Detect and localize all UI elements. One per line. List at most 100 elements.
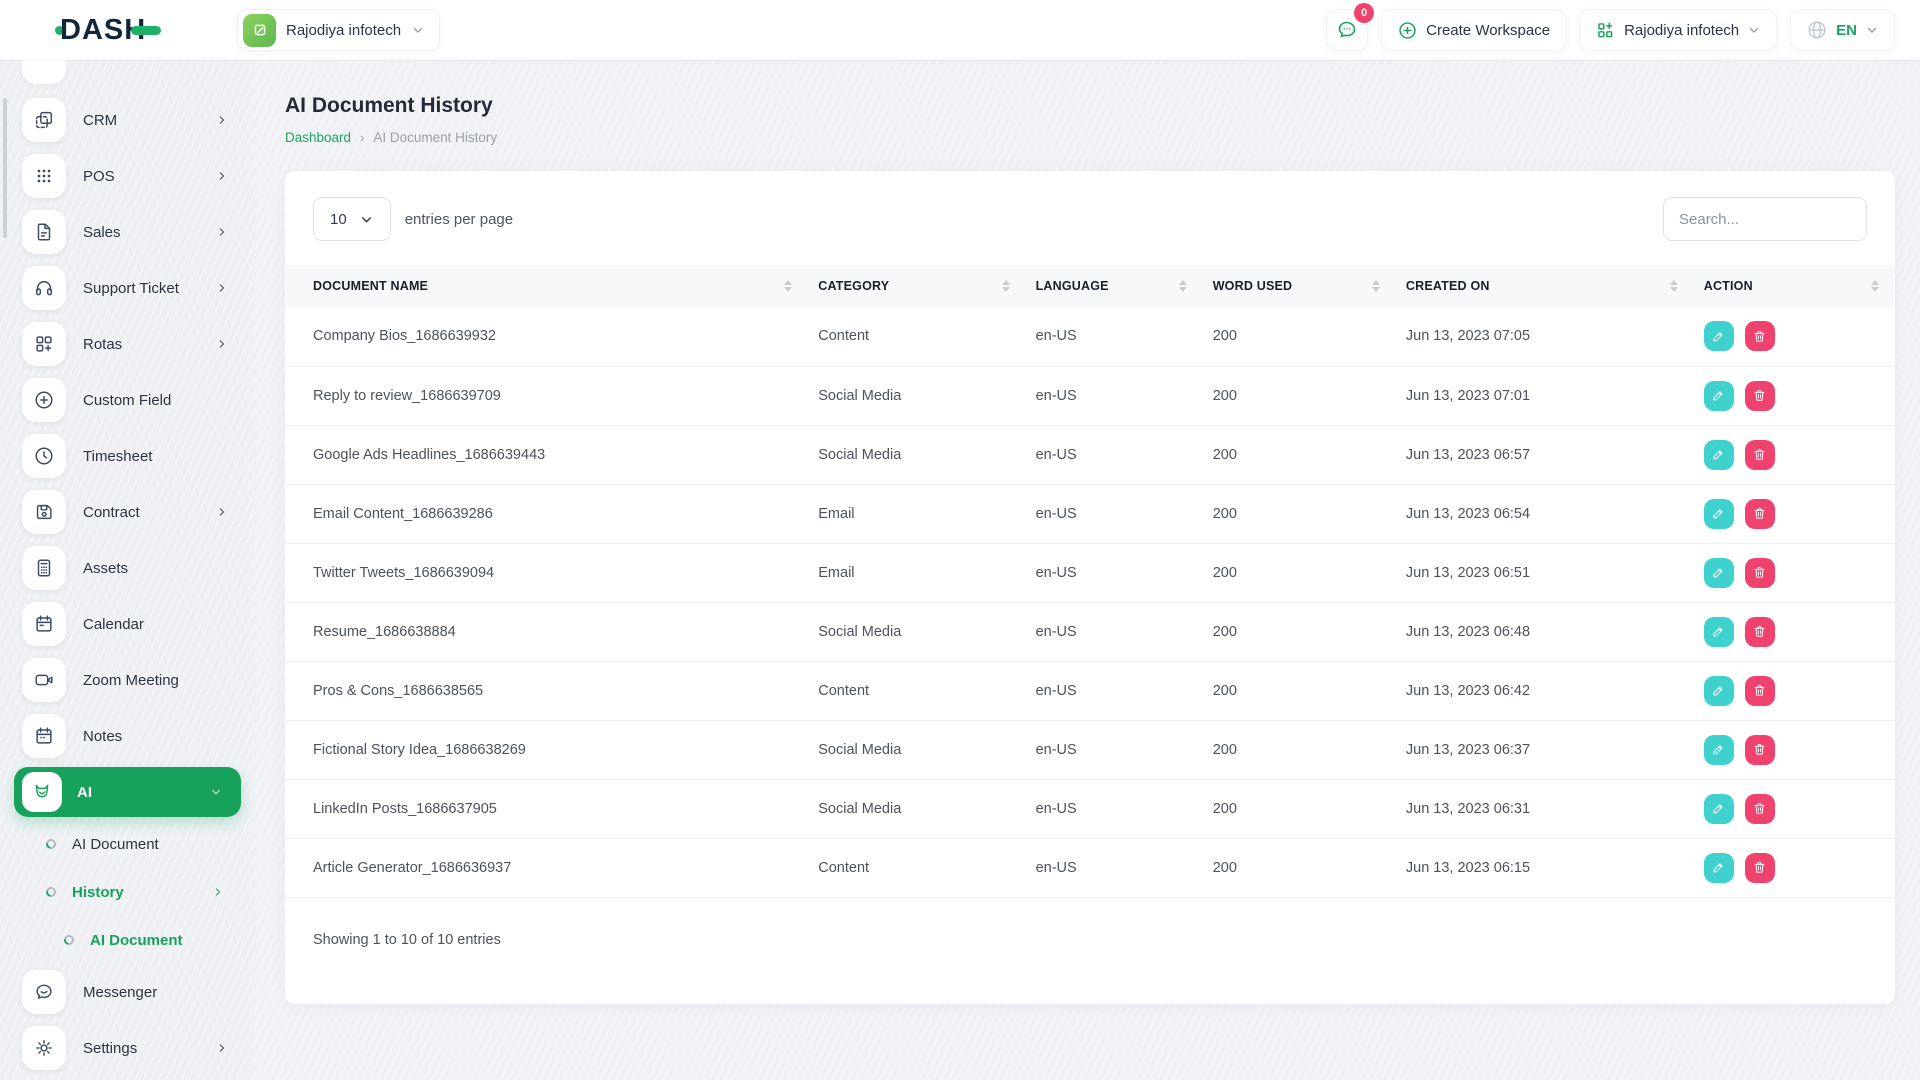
sidebar-subitem-ai-document[interactable]: AI Document	[0, 916, 255, 964]
column-header-created-on[interactable]: CREATED ON	[1395, 265, 1694, 307]
cell-language: en-US	[1025, 425, 1203, 485]
chevron-down-icon	[1865, 23, 1879, 37]
create-workspace-button[interactable]: Create Workspace	[1381, 9, 1567, 51]
sidebar-item-support-ticket[interactable]: Support Ticket	[0, 260, 255, 316]
cell-name: Twitter Tweets_1686639094	[285, 543, 809, 603]
sidebar-item-settings[interactable]: Settings	[0, 1020, 255, 1076]
cell-action	[1693, 838, 1895, 898]
cell-words: 200	[1202, 779, 1396, 839]
sidebar-item-label: POS	[83, 167, 115, 185]
sidebar-item-calendar[interactable]: Calendar	[0, 596, 255, 652]
sort-arrows-icon[interactable]	[1371, 280, 1380, 292]
cell-category: Email	[808, 484, 1026, 544]
delete-button[interactable]	[1744, 734, 1775, 765]
sidebar-scrollbar[interactable]	[3, 98, 7, 238]
sidebar-item-crm[interactable]: CRM	[0, 92, 255, 148]
chat-bubble-icon	[1338, 21, 1356, 38]
cell-name: Pros & Cons_1686638565	[285, 661, 809, 721]
sidebar-item-assets[interactable]: Assets	[0, 540, 255, 596]
main-content: AI Document History Dashboard › AI Docum…	[255, 60, 1920, 1080]
edit-button[interactable]	[1703, 675, 1734, 706]
edit-button[interactable]	[1703, 498, 1734, 529]
delete-button[interactable]	[1744, 557, 1775, 588]
sidebar-subitem-ai-document[interactable]: AI Document	[0, 820, 255, 868]
assets-icon	[22, 546, 66, 590]
chevron-down-icon	[209, 785, 223, 799]
sidebar-item-label: Custom Field	[83, 391, 172, 409]
cell-created: Jun 13, 2023 06:31	[1395, 779, 1694, 839]
chevron-right-icon	[215, 169, 229, 183]
delete-button[interactable]	[1744, 321, 1775, 352]
delete-button[interactable]	[1744, 380, 1775, 411]
sidebar-item-pos[interactable]: POS	[0, 148, 255, 204]
column-header-label: CREATED ON	[1405, 279, 1490, 293]
partial-menu-item	[22, 60, 66, 84]
edit-button[interactable]	[1703, 734, 1734, 765]
messages-count-badge: 0	[1354, 3, 1375, 23]
edit-button[interactable]	[1703, 557, 1734, 588]
sort-arrows-icon[interactable]	[1669, 280, 1678, 292]
column-header-label: ACTION	[1703, 279, 1753, 293]
edit-button[interactable]	[1703, 380, 1734, 411]
cell-created: Jun 13, 2023 06:37	[1395, 720, 1694, 780]
logo-dash	[131, 25, 162, 35]
cell-language: en-US	[1025, 484, 1203, 544]
cell-category: Content	[808, 307, 1026, 367]
sidebar-item-sales[interactable]: Sales	[0, 204, 255, 260]
sidebar-subitem-history[interactable]: History	[0, 868, 255, 916]
workspace-logo-icon	[243, 13, 276, 47]
edit-button[interactable]	[1703, 321, 1734, 352]
edit-button[interactable]	[1703, 616, 1734, 647]
delete-button[interactable]	[1744, 498, 1775, 529]
delete-button[interactable]	[1744, 439, 1775, 470]
column-header-document-name[interactable]: DOCUMENT NAME	[285, 265, 809, 307]
delete-button[interactable]	[1744, 616, 1775, 647]
rotas-icon	[22, 322, 66, 366]
search-input[interactable]	[1663, 197, 1867, 241]
delete-button[interactable]	[1744, 852, 1775, 883]
app-logo[interactable]: DASH	[55, 14, 162, 47]
cell-created: Jun 13, 2023 06:42	[1395, 661, 1694, 721]
sidebar-item-custom-field[interactable]: Custom Field	[0, 372, 255, 428]
column-header-category[interactable]: CATEGORY	[808, 265, 1026, 307]
chevron-right-icon	[215, 505, 229, 519]
column-header-language[interactable]: LANGUAGE	[1025, 265, 1203, 307]
chevron-down-icon	[411, 23, 425, 37]
edit-button[interactable]	[1703, 793, 1734, 824]
edit-button[interactable]	[1703, 439, 1734, 470]
column-header-word-used[interactable]: WORD USED	[1202, 265, 1396, 307]
language-selector[interactable]: EN	[1790, 9, 1895, 51]
sales-icon	[22, 210, 66, 254]
workspace-selector[interactable]: Rajodiya infotech	[237, 9, 441, 51]
sidebar-item-contract[interactable]: Contract	[0, 484, 255, 540]
delete-button[interactable]	[1744, 675, 1775, 706]
sort-arrows-icon[interactable]	[1001, 280, 1010, 292]
documents-table: DOCUMENT NAME CATEGORY LANGUAGE WORD USED CR…	[285, 265, 1895, 898]
cell-language: en-US	[1025, 720, 1203, 780]
account-selector[interactable]: Rajodiya infotech	[1579, 9, 1778, 51]
page-size-select[interactable]: 10	[313, 197, 391, 241]
sort-arrows-icon[interactable]	[1178, 280, 1187, 292]
sort-arrows-icon[interactable]	[1871, 280, 1879, 292]
cell-created: Jun 13, 2023 06:54	[1395, 484, 1694, 544]
table-row: Fictional Story Idea_1686638269 Social Me…	[285, 720, 1895, 780]
sidebar-item-rotas[interactable]: Rotas	[0, 316, 255, 372]
breadcrumb-separator-icon: ›	[360, 130, 365, 145]
sidebar-item-messenger[interactable]: Messenger	[0, 964, 255, 1020]
cell-category: Social Media	[808, 720, 1026, 780]
sidebar-item-ai[interactable]: AI	[14, 767, 241, 817]
column-header-action[interactable]: ACTION	[1693, 265, 1895, 307]
edit-button[interactable]	[1703, 852, 1734, 883]
custom-field-icon	[22, 378, 66, 422]
page-title: AI Document History	[285, 94, 493, 117]
chevron-right-icon	[215, 281, 229, 295]
sidebar-item-zoom-meeting[interactable]: Zoom Meeting	[0, 652, 255, 708]
breadcrumb-dashboard-link[interactable]: Dashboard	[285, 130, 351, 145]
messages-button[interactable]: 0	[1326, 3, 1375, 51]
delete-button[interactable]	[1744, 793, 1775, 824]
sort-arrows-icon[interactable]	[784, 280, 793, 292]
table-body: Company Bios_1686639932 Content en-US 200 Ju…	[285, 307, 1895, 898]
workspace-name: Rajodiya infotech	[286, 21, 402, 39]
sidebar-item-notes[interactable]: Notes	[0, 708, 255, 764]
sidebar-item-timesheet[interactable]: Timesheet	[0, 428, 255, 484]
